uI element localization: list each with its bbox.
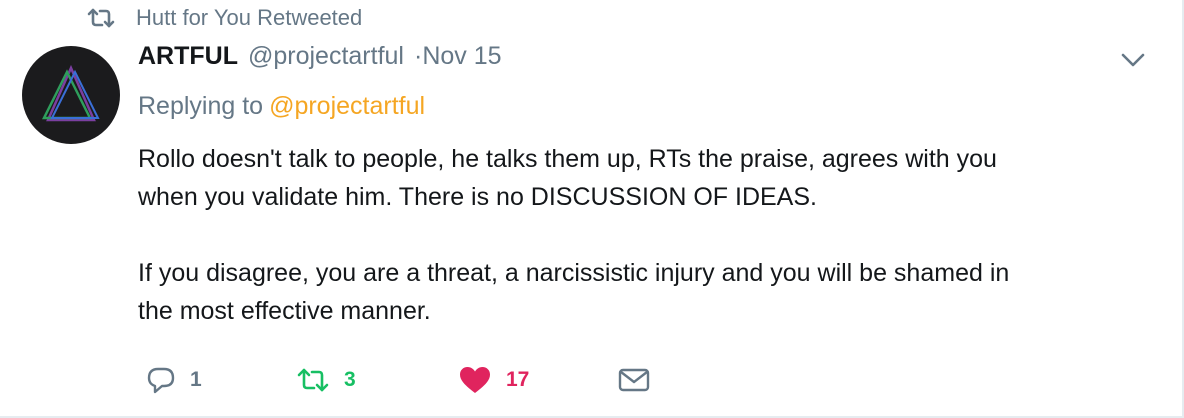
replying-to: Replying to @projectartful (138, 92, 425, 121)
like-count: 17 (506, 368, 530, 391)
author-handle[interactable]: @projectartful (248, 42, 404, 71)
retweet-context: Hutt for You Retweeted (86, 4, 362, 32)
tweet-paragraph: Rollo doesn't talk to people, he talks t… (138, 145, 997, 211)
chevron-down-icon[interactable] (1120, 50, 1146, 70)
envelope-icon (618, 367, 650, 393)
separator-dot: · (413, 42, 423, 70)
author-name[interactable]: ARTFUL (138, 42, 238, 71)
retweet-icon (86, 7, 116, 29)
reply-count: 1 (190, 368, 202, 391)
reply-button[interactable]: 1 (146, 365, 296, 395)
tweet-paragraph: If you disagree, you are a threat, a nar… (138, 259, 1010, 325)
heart-icon (458, 365, 492, 395)
triangle-logo-icon (41, 64, 100, 122)
tweet[interactable]: Hutt for You Retweeted ARTFUL @projectar… (0, 0, 1184, 418)
tweet-header: ARTFUL @projectartful · Nov 15 (138, 42, 502, 78)
tweet-actions: 1 3 17 (146, 362, 650, 398)
direct-message-button[interactable] (618, 367, 650, 393)
tweet-text: Rollo doesn't talk to people, he talks t… (138, 140, 1138, 368)
reply-mention-link[interactable]: @projectartful (269, 92, 425, 120)
replying-to-label: Replying to (138, 92, 264, 120)
retweet-button[interactable]: 3 (296, 367, 458, 393)
retweet-context-label: Hutt for You Retweeted (136, 5, 363, 30)
reply-icon (146, 365, 176, 395)
tweet-timestamp[interactable]: Nov 15 (422, 42, 501, 71)
retweet-icon (296, 367, 330, 393)
avatar[interactable] (22, 46, 120, 144)
retweet-count: 3 (344, 368, 356, 391)
like-button[interactable]: 17 (458, 365, 618, 395)
